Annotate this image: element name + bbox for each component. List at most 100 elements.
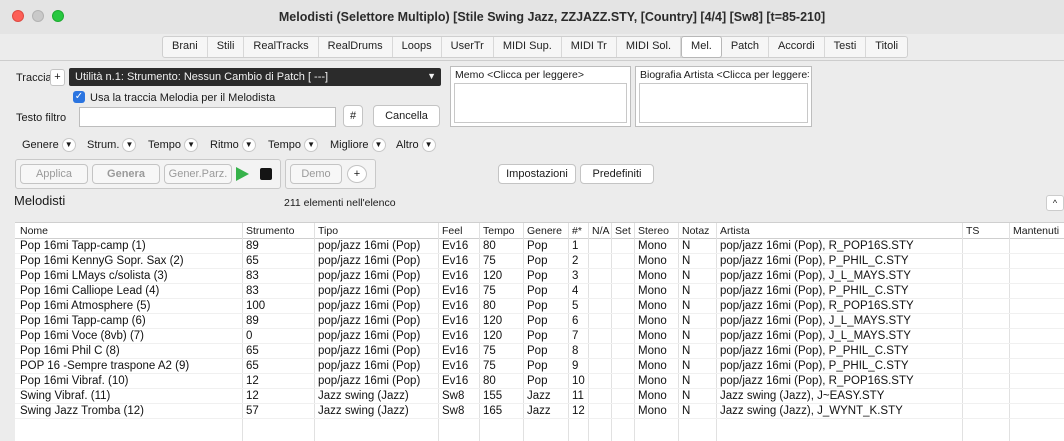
tab-accordi[interactable]: Accordi <box>769 37 825 57</box>
table-cell: pop/jazz 16mi (Pop) <box>318 255 421 267</box>
tab-midi-sup[interactable]: MIDI Sup. <box>494 37 562 57</box>
play-icon[interactable] <box>236 167 249 181</box>
tab-stili[interactable]: Stili <box>208 37 245 57</box>
table-cell: Mono <box>638 270 667 282</box>
tab-mel[interactable]: Mel. <box>681 36 722 58</box>
tab-midi-sol[interactable]: MIDI Sol. <box>617 37 682 57</box>
tab-usertr[interactable]: UserTr <box>442 37 494 57</box>
generate-button[interactable]: Genera <box>92 164 160 184</box>
filter-text-input[interactable] <box>79 107 336 127</box>
filter-dropdown-genere-0[interactable]: Genere ▼ <box>22 138 76 152</box>
stop-icon[interactable] <box>260 168 272 180</box>
filter-dropdown-tempo-2[interactable]: Tempo ▼ <box>148 138 199 152</box>
column-header[interactable]: Tipo <box>318 225 338 237</box>
tab-realdrums[interactable]: RealDrums <box>319 37 393 57</box>
hash-button[interactable]: # <box>343 105 363 127</box>
column-header[interactable]: Nome <box>20 225 48 237</box>
column-header[interactable]: Artista <box>720 225 750 237</box>
filter-label: Tempo <box>148 138 182 151</box>
table-row[interactable]: Swing Jazz Tromba (12) 57 Jazz swing (Jazz… <box>15 404 1064 419</box>
table-cell: Ev16 <box>442 375 469 387</box>
table-cell: 75 <box>483 345 496 357</box>
table-cell: Mono <box>638 375 667 387</box>
column-header[interactable]: Notaz <box>682 225 709 237</box>
table-cell: 120 <box>483 315 503 327</box>
chevron-down-icon: ▼ <box>427 71 436 81</box>
add-track-button[interactable]: + <box>50 69 65 86</box>
column-header[interactable]: Genere <box>527 225 562 237</box>
column-header[interactable]: TS <box>966 225 979 237</box>
table-cell: pop/jazz 16mi (Pop) <box>318 270 421 282</box>
column-header[interactable]: Mantenuti <box>1013 225 1059 237</box>
table-cell: Mono <box>638 390 667 402</box>
table-row[interactable]: Pop 16mi Phil C (8) 65 pop/jazz 16mi (Pop)… <box>15 344 1064 359</box>
table-cell: Pop 16mi LMays c/solista (3) <box>20 270 168 282</box>
column-header[interactable]: Tempo <box>483 225 515 237</box>
table-cell: N <box>682 405 691 417</box>
table-cell: pop/jazz 16mi (Pop), R_POP16S.STY <box>720 240 914 252</box>
tab-testi[interactable]: Testi <box>825 37 867 57</box>
table-cell: Mono <box>638 360 667 372</box>
demo-plus-button[interactable]: + <box>347 165 367 183</box>
filter-dropdown-strum-1[interactable]: Strum. ▼ <box>87 138 137 152</box>
table-cell: Pop 16mi Calliope Lead (4) <box>20 285 160 297</box>
tab-midi-tr[interactable]: MIDI Tr <box>562 37 617 57</box>
tab-titoli[interactable]: Titoli <box>866 37 907 57</box>
column-header[interactable]: N/A <box>592 225 610 237</box>
column-header[interactable]: Strumento <box>246 225 294 237</box>
table-cell: 0 <box>246 330 253 342</box>
table-cell: 10 <box>572 375 585 387</box>
use-melody-checkbox[interactable]: ✓ <box>73 91 85 103</box>
table-row[interactable]: POP 16 -Sempre traspone A2 (9) 65 pop/jazz… <box>15 359 1064 374</box>
table-row[interactable]: Pop 16mi Voce (8vb) (7) 0 pop/jazz 16mi (P… <box>15 329 1064 344</box>
column-header[interactable]: Set <box>615 225 631 237</box>
generate-partial-button[interactable]: Gener.Parz. <box>164 164 232 184</box>
table-cell: 83 <box>246 270 259 282</box>
filter-dropdown-tempo-4[interactable]: Tempo ▼ <box>268 138 319 152</box>
settings-button[interactable]: Impostazioni <box>498 164 576 184</box>
column-header[interactable]: Feel <box>442 225 462 237</box>
defaults-button[interactable]: Predefiniti <box>580 164 654 184</box>
column-header[interactable]: Stereo <box>638 225 669 237</box>
table-row[interactable]: Pop 16mi KennyG Sopr. Sax (2) 65 pop/jazz … <box>15 254 1064 269</box>
table-row[interactable]: Pop 16mi Vibraf. (10) 12 pop/jazz 16mi (Po… <box>15 374 1064 389</box>
table-cell: 89 <box>246 240 259 252</box>
table-cell: 120 <box>483 330 503 342</box>
tab-patch[interactable]: Patch <box>722 37 769 57</box>
table-cell: Mono <box>638 300 667 312</box>
memo-text: Memo <Clicca per leggere> <box>455 69 584 81</box>
table-row[interactable]: Swing Vibraf. (11) 12 Jazz swing (Jazz) Sw8… <box>15 389 1064 404</box>
filter-dropdown-migliore-5[interactable]: Migliore ▼ <box>330 138 386 152</box>
table-cell: Pop 16mi Phil C (8) <box>20 345 120 357</box>
table-cell: Ev16 <box>442 330 469 342</box>
memo-panel[interactable]: Memo <Clicca per leggere> <box>450 66 631 127</box>
demo-button[interactable]: Demo <box>290 164 342 184</box>
artist-bio-panel[interactable]: Biografia Artista <Clicca per leggere> <box>635 66 812 127</box>
clear-filter-button[interactable]: Cancella <box>373 105 440 127</box>
table-cell: 80 <box>483 375 496 387</box>
collapse-button[interactable]: ^ <box>1046 195 1064 211</box>
table-cell: Pop <box>527 360 548 372</box>
filter-dropdown-altro-6[interactable]: Altro ▼ <box>396 138 436 152</box>
table-row[interactable]: Pop 16mi Tapp-camp (6) 89 pop/jazz 16mi (P… <box>15 314 1064 329</box>
chevron-down-icon: ▼ <box>371 138 386 152</box>
apply-button[interactable]: Applica <box>20 164 88 184</box>
track-select[interactable]: Utilità n.1: Strumento: Nessun Cambio di… <box>69 68 441 86</box>
artist-bio-box <box>639 83 808 123</box>
table-row[interactable]: Pop 16mi Atmosphere (5) 100 pop/jazz 16mi … <box>15 299 1064 314</box>
table-cell: 75 <box>483 255 496 267</box>
table-row[interactable]: Pop 16mi Calliope Lead (4) 83 pop/jazz 16m… <box>15 284 1064 299</box>
filter-dropdown-ritmo-3[interactable]: Ritmo ▼ <box>210 138 256 152</box>
table-row[interactable]: Pop 16mi LMays c/solista (3) 83 pop/jazz 1… <box>15 269 1064 284</box>
table-cell: 12 <box>572 405 585 417</box>
table-row[interactable]: Pop 16mi Tapp-camp (1) 89 pop/jazz 16mi (P… <box>15 239 1064 254</box>
table-cell: pop/jazz 16mi (Pop), P_PHIL_C.STY <box>720 345 909 357</box>
table-cell: Pop <box>527 300 548 312</box>
tab-brani[interactable]: Brani <box>163 37 208 57</box>
tab-realtracks[interactable]: RealTracks <box>244 37 319 57</box>
tab-loops[interactable]: Loops <box>393 37 442 57</box>
column-header[interactable]: #* <box>572 225 582 237</box>
table-cell: 5 <box>572 300 579 312</box>
table-cell: Pop <box>527 330 548 342</box>
chevron-down-icon: ▼ <box>241 138 256 152</box>
